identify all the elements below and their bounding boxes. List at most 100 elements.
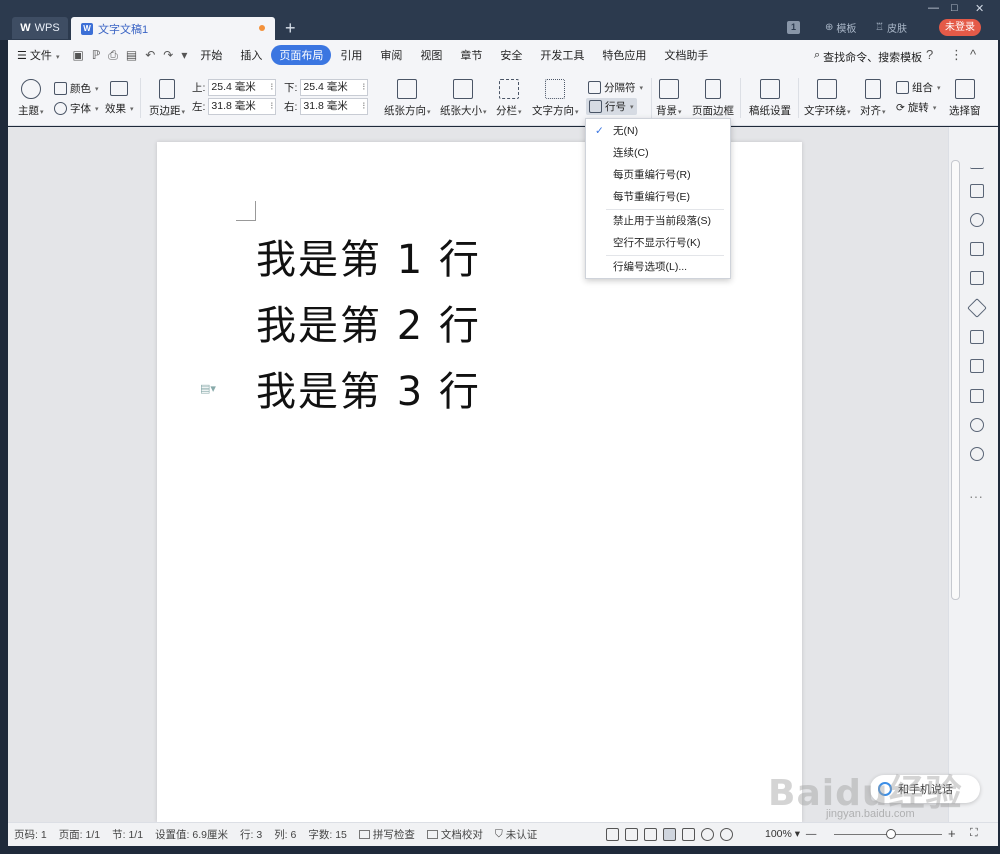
wps-home-tab[interactable]: W WPS: [12, 17, 68, 39]
customize-toolbar-icon[interactable]: ▾: [177, 48, 191, 62]
adjust-icon[interactable]: [970, 242, 984, 256]
command-search[interactable]: ⌕ 查找命令、搜索模板: [814, 49, 922, 65]
tab-view[interactable]: 视图: [411, 47, 451, 63]
tab-insert[interactable]: 插入: [231, 47, 271, 63]
right-margin-input[interactable]: 31.8 毫米: [300, 98, 369, 115]
rotate-button[interactable]: ⟳ 旋转 ▾: [896, 100, 936, 115]
undo-icon[interactable]: ↶: [141, 48, 159, 62]
document-line-2[interactable]: 我是第 2 行: [256, 293, 481, 351]
write-view-icon[interactable]: [644, 828, 657, 841]
tab-doc-assistant[interactable]: 文档助手: [655, 47, 717, 63]
line-numbers-restart-section-option[interactable]: 每节重编行号(E): [586, 186, 730, 208]
star-icon[interactable]: [967, 298, 987, 318]
paper-size-button[interactable]: 纸张大小▾: [440, 79, 487, 118]
help-circle-icon[interactable]: [970, 447, 984, 461]
new-tab-button[interactable]: +: [285, 18, 296, 39]
fullscreen-view-icon[interactable]: [606, 828, 619, 841]
export-pdf-icon[interactable]: ℙ: [88, 48, 104, 62]
tab-review[interactable]: 审阅: [371, 47, 411, 63]
pen-icon[interactable]: [970, 155, 984, 169]
minimize-button[interactable]: —: [928, 2, 939, 14]
status-section[interactable]: 节: 1/1: [106, 827, 149, 842]
line-numbers-button[interactable]: 行号 ▾: [586, 98, 637, 115]
line-numbering-options-option[interactable]: 行编号选项(L)...: [586, 256, 730, 278]
theme-button[interactable]: 主题▾: [18, 79, 44, 118]
line-numbers-none-option[interactable]: ✓ 无(N): [586, 120, 730, 142]
help-button[interactable]: ?: [926, 47, 933, 62]
group-button[interactable]: 组合 ▾: [896, 80, 941, 95]
spell-check-button[interactable]: 拼写检查: [353, 827, 421, 842]
bottom-margin-spinner[interactable]: 下: 25.4 毫米: [284, 79, 369, 96]
left-margin-spinner[interactable]: 左: 31.8 毫米: [192, 98, 277, 115]
document-line-3[interactable]: 我是第 3 行: [256, 359, 481, 417]
left-margin-input[interactable]: 31.8 毫米: [208, 98, 277, 115]
color-button[interactable]: 颜色 ▾: [54, 81, 99, 96]
window-count-badge[interactable]: 1: [787, 21, 800, 34]
vertical-scrollbar[interactable]: [951, 160, 960, 600]
share-icon[interactable]: [970, 330, 984, 344]
status-pages[interactable]: 页面: 1/1: [53, 827, 106, 842]
skin-button[interactable]: ♖ 皮肤: [875, 20, 907, 35]
more-options-button[interactable]: ⋮: [950, 47, 963, 63]
archive-icon[interactable]: [970, 359, 984, 373]
status-page[interactable]: 页码: 1: [8, 827, 53, 842]
page-border-button[interactable]: 页面边框: [692, 79, 734, 118]
history-icon[interactable]: [970, 418, 984, 432]
shapes-icon[interactable]: [970, 213, 984, 227]
tab-developer[interactable]: 开发工具: [531, 47, 593, 63]
file-menu[interactable]: ☰ 文件 ▾: [8, 47, 69, 63]
tab-security[interactable]: 安全: [491, 47, 531, 63]
login-button[interactable]: 未登录: [939, 19, 981, 36]
save-icon[interactable]: ▣: [69, 48, 88, 62]
maximize-button[interactable]: □: [951, 2, 958, 14]
close-window-button[interactable]: ✕: [975, 2, 984, 15]
paragraph-handle-icon[interactable]: ▤▾: [200, 382, 216, 395]
bottom-margin-input[interactable]: 25.4 毫米: [300, 79, 369, 96]
tab-chapter[interactable]: 章节: [451, 47, 491, 63]
margins-button[interactable]: 页边距▾: [149, 79, 185, 118]
suppress-current-paragraph-option[interactable]: 禁止用于当前段落(S): [586, 210, 730, 232]
line-numbers-restart-page-option[interactable]: 每页重编行号(R): [586, 164, 730, 186]
selection-pane-button[interactable]: 选择窗: [949, 79, 981, 118]
align-button[interactable]: 对齐▾: [860, 79, 886, 118]
line-numbers-continuous-option[interactable]: 连续(C): [586, 142, 730, 164]
breaks-button[interactable]: 分隔符 ▾: [588, 80, 643, 95]
status-col[interactable]: 列: 6: [268, 827, 302, 842]
background-button[interactable]: 背景▾: [656, 79, 682, 118]
proofread-button[interactable]: 文档校对: [421, 827, 489, 842]
orientation-button[interactable]: 纸张方向▾: [384, 79, 431, 118]
outline-view-icon[interactable]: [682, 828, 695, 841]
columns-button[interactable]: 分栏▾: [496, 79, 522, 118]
template-button[interactable]: ⊕ 模板: [825, 20, 856, 35]
top-margin-spinner[interactable]: 上: 25.4 毫米: [192, 79, 277, 96]
fit-page-icon[interactable]: ⛶: [970, 827, 978, 840]
effect-button[interactable]: 效果 ▾: [105, 101, 134, 116]
tab-start[interactable]: 开始: [191, 47, 231, 63]
font-button[interactable]: 字体 ▾: [54, 101, 99, 116]
tab-page-layout[interactable]: 页面布局: [271, 45, 332, 65]
tab-reference[interactable]: 引用: [331, 47, 371, 63]
print-icon[interactable]: ⎙: [104, 48, 122, 63]
status-row[interactable]: 行: 3: [234, 827, 268, 842]
certification-status[interactable]: ⛉ 未认证: [489, 827, 543, 842]
zoom-slider-handle[interactable]: [886, 829, 896, 839]
skip-blank-lines-option[interactable]: 空行不显示行号(K): [586, 232, 730, 254]
text-direction-button[interactable]: 文字方向▾: [532, 79, 579, 118]
text-wrap-button[interactable]: 文字环绕▾: [804, 79, 851, 118]
paper-setup-button[interactable]: 稿纸设置: [749, 79, 791, 118]
page-view-icon[interactable]: [663, 828, 676, 841]
more-tools-icon[interactable]: ···: [969, 488, 983, 504]
right-margin-spinner[interactable]: 右: 31.8 毫米: [284, 98, 369, 115]
gallery-icon[interactable]: [970, 271, 984, 285]
status-word-count[interactable]: 字数: 15: [302, 827, 353, 842]
eye-protection-icon[interactable]: [720, 828, 733, 841]
document-line-1[interactable]: 我是第 1 行: [256, 227, 481, 285]
zoom-in-button[interactable]: +: [948, 826, 956, 841]
web-view-icon[interactable]: [701, 828, 714, 841]
image-icon[interactable]: [970, 389, 984, 403]
tab-special-apps[interactable]: 特色应用: [593, 47, 655, 63]
redo-icon[interactable]: ↷: [159, 48, 177, 62]
status-position[interactable]: 设置值: 6.9厘米: [149, 827, 234, 842]
reading-view-icon[interactable]: [625, 828, 638, 841]
zoom-level[interactable]: 100% ▾ —: [765, 828, 816, 840]
